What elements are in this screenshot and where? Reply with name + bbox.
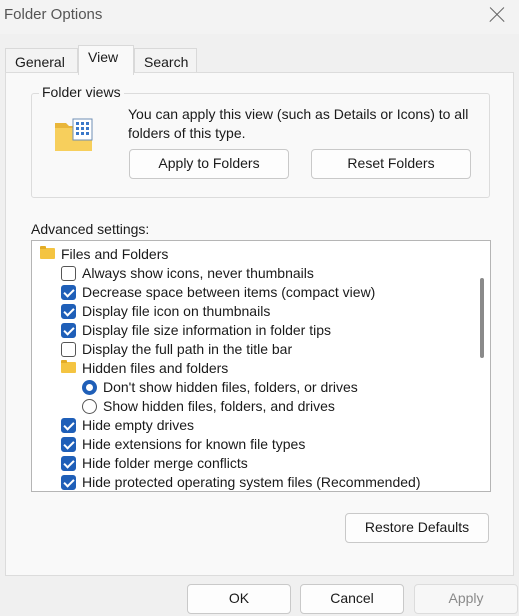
folder-views-title: Folder views — [39, 84, 124, 100]
checkbox[interactable] — [61, 266, 76, 281]
list-item[interactable]: Display the full path in the title bar — [32, 340, 472, 359]
list-item[interactable]: Show hidden files, folders, and drives — [32, 397, 472, 416]
tab-search[interactable]: Search — [134, 48, 197, 74]
advanced-settings-list[interactable]: Files and Folders Always show icons, nev… — [31, 240, 491, 492]
item-label: Hidden files and folders — [82, 360, 229, 376]
apply-to-folders-button[interactable]: Apply to Folders — [129, 149, 289, 179]
item-label: Display file icon on thumbnails — [82, 303, 271, 319]
folder-icon — [61, 360, 76, 373]
list-item[interactable]: Don't show hidden files, folders, or dri… — [32, 378, 472, 397]
item-label: Show hidden files, folders, and drives — [103, 398, 335, 414]
window-title: Folder Options — [4, 6, 103, 23]
cancel-button[interactable]: Cancel — [300, 584, 404, 614]
reset-folders-button[interactable]: Reset Folders — [311, 149, 471, 179]
checkbox[interactable] — [61, 475, 76, 490]
checkbox[interactable] — [61, 285, 76, 300]
item-label: Hide empty drives — [82, 417, 195, 433]
list-item[interactable]: Display file icon on thumbnails — [32, 302, 472, 321]
folder-views-description: You can apply this view (such as Details… — [128, 106, 469, 141]
checkbox[interactable] — [61, 323, 76, 338]
item-label: Hide protected operating system files (R… — [82, 474, 421, 490]
folder-view-icon — [55, 118, 93, 151]
list-item[interactable]: Always show icons, never thumbnails — [32, 264, 472, 283]
tab-general[interactable]: General — [5, 48, 78, 74]
item-label: Always show icons, never thumbnails — [82, 265, 314, 281]
apply-button[interactable]: Apply — [414, 584, 518, 614]
list-item[interactable]: Decrease space between items (compact vi… — [32, 283, 472, 302]
title-bar: Folder Options — [0, 0, 519, 34]
checkbox[interactable] — [61, 418, 76, 433]
checkbox[interactable] — [61, 342, 76, 357]
ok-button[interactable]: OK — [187, 584, 291, 614]
checkbox[interactable] — [61, 456, 76, 471]
restore-defaults-button[interactable]: Restore Defaults — [345, 513, 489, 543]
list-item[interactable]: Hide protected operating system files (R… — [32, 473, 472, 491]
radio-button[interactable] — [82, 380, 97, 395]
list-item[interactable]: Hide empty drives — [32, 416, 472, 435]
list-scrollbar[interactable] — [480, 278, 484, 358]
list-item[interactable]: Display file size information in folder … — [32, 321, 472, 340]
item-label: Hide folder merge conflicts — [82, 455, 248, 471]
checkbox[interactable] — [61, 437, 76, 452]
item-label: Hide extensions for known file types — [82, 436, 306, 452]
item-label: Display file size information in folder … — [82, 322, 331, 338]
close-icon[interactable] — [485, 3, 509, 27]
list-item[interactable]: Hide extensions for known file types — [32, 435, 472, 454]
item-label: Files and Folders — [61, 246, 169, 262]
checkbox[interactable] — [61, 304, 76, 319]
list-item: Hidden files and folders — [32, 359, 472, 378]
item-label: Don't show hidden files, folders, or dri… — [103, 379, 358, 395]
tab-view[interactable]: View — [78, 45, 134, 75]
item-label: Decrease space between items (compact vi… — [82, 284, 376, 300]
view-tab-panel: Folder views You can apply this view (su… — [5, 72, 514, 576]
radio-button[interactable] — [82, 399, 97, 414]
folder-icon — [40, 246, 55, 259]
item-label: Display the full path in the title bar — [82, 341, 293, 357]
advanced-settings-label: Advanced settings: — [31, 221, 150, 237]
list-item[interactable]: Hide folder merge conflicts — [32, 454, 472, 473]
list-item: Files and Folders — [32, 245, 472, 264]
folder-views-group: Folder views You can apply this view (su… — [31, 84, 490, 198]
